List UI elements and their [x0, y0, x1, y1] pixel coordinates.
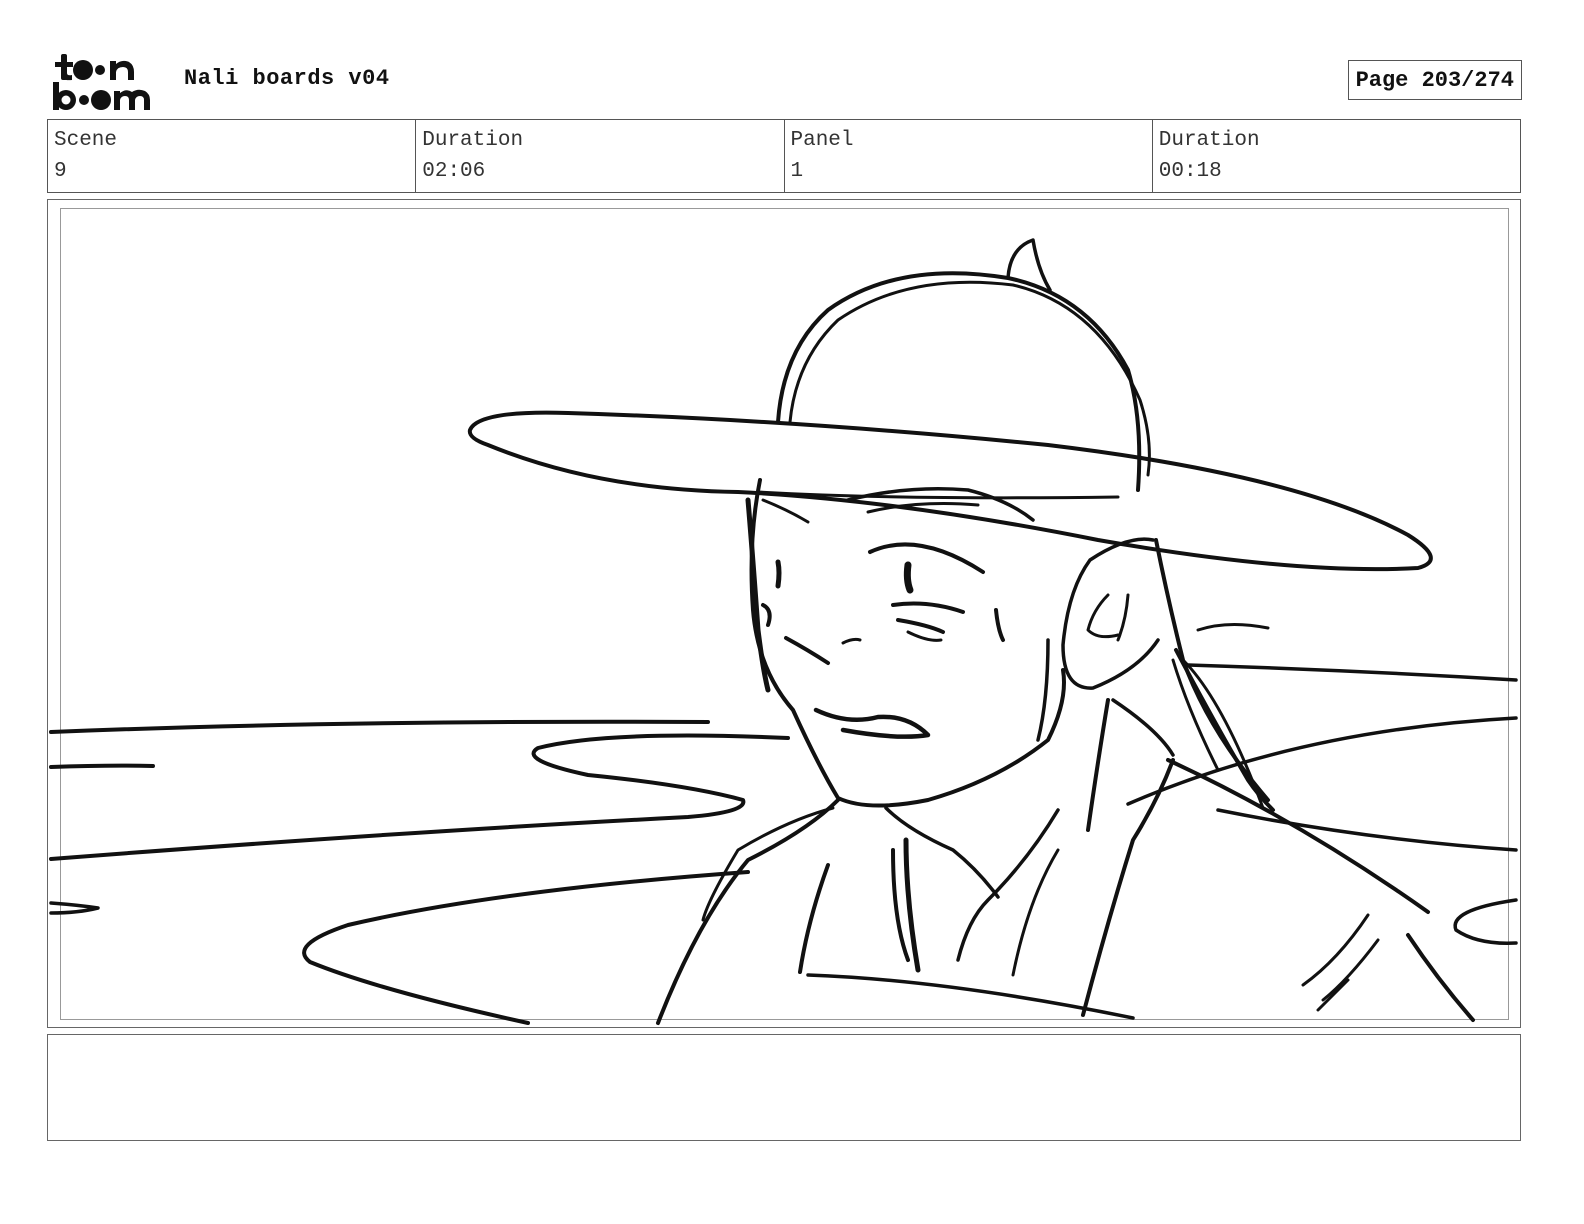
panel-value: 1 [790, 160, 804, 183]
scene-value: 9 [54, 160, 67, 183]
scene-cell: Scene 9 [48, 120, 417, 192]
panel-cell: Panel 1 [785, 120, 1153, 192]
panel-notes-box [47, 1034, 1521, 1141]
scene-duration-cell: Duration 02:06 [416, 120, 785, 192]
panel-duration-cell: Duration 00:18 [1153, 120, 1520, 192]
toonboom-logo [50, 50, 165, 112]
panel-label: Panel [790, 129, 854, 152]
scene-info-row: Scene 9 Duration 02:06 Panel 1 Duration … [47, 119, 1521, 193]
scene-duration-value: 02:06 [422, 160, 486, 183]
scene-duration-label: Duration [422, 129, 524, 152]
toonboom-logo-icon [53, 54, 150, 110]
panel-duration-label: Duration [1158, 129, 1260, 152]
document-title: Nali boards v04 [184, 66, 390, 91]
panel-duration-value: 00:18 [1158, 160, 1222, 183]
storyboard-panel [47, 199, 1521, 1028]
scene-label: Scene [54, 129, 118, 152]
panel-sketch-drawing [49, 238, 1518, 1025]
page-indicator: Page 203/274 [1347, 60, 1522, 100]
